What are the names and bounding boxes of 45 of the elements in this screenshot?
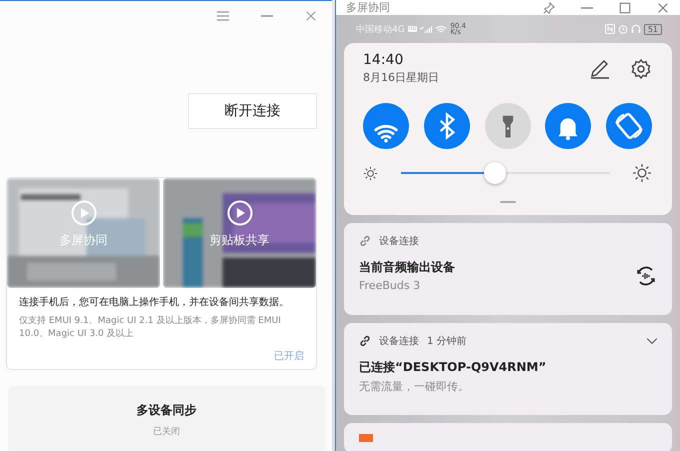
pencil-icon[interactable]	[589, 58, 611, 80]
rotate-icon[interactable]	[606, 103, 652, 149]
notification-title: 当前音频输出设备	[359, 259, 455, 276]
link-icon	[359, 235, 371, 247]
menu-icon[interactable]	[216, 10, 230, 22]
bell-icon[interactable]	[545, 103, 592, 149]
brightness-high-icon	[632, 163, 652, 183]
bluetooth-icon[interactable]	[424, 103, 470, 149]
date-text: 8月16日星期日	[363, 70, 439, 85]
status-text: 已关闭	[153, 426, 180, 438]
flashlight-icon[interactable]	[484, 103, 530, 149]
wifi-icon	[435, 24, 448, 34]
signal-icon	[420, 24, 432, 34]
time-text: 1 分钟前	[427, 334, 467, 348]
close-icon[interactable]	[304, 10, 318, 22]
description-text: 连接手机后，您可在电脑上操作手机，并在设备间共享数据。	[19, 296, 290, 309]
app-name: 设备连接	[379, 334, 419, 348]
notification-title: 已连接“DESKTOP-Q9V4RNM”	[359, 359, 546, 376]
window-title: 多屏协同	[346, 0, 390, 15]
clock-time: 14:40	[363, 52, 404, 68]
brightness-low-icon	[363, 166, 378, 180]
notification-card[interactable]: 设备连接 当前音频输出设备 FreeBuds 3	[344, 223, 672, 315]
notification-text: FreeBuds 3	[359, 279, 422, 292]
nfc-icon	[604, 24, 615, 34]
disconnect-button[interactable]: 断开连接	[188, 93, 317, 129]
maximize-icon[interactable]	[618, 2, 632, 14]
alarm-icon	[618, 24, 628, 34]
notification-text: 无需流量，一碰即传。	[359, 379, 470, 394]
app-name: 设备连接	[379, 234, 419, 248]
card-title: 多设备同步	[136, 402, 196, 419]
link-icon	[359, 335, 371, 347]
battery-indicator: 51	[644, 24, 662, 34]
wifi-icon[interactable]	[363, 103, 409, 149]
settings-icon[interactable]	[630, 58, 652, 80]
pin-icon[interactable]	[542, 2, 556, 14]
status-text: 已开启	[274, 350, 304, 363]
app-icon	[359, 434, 373, 442]
notification-card[interactable]: 设备连接 1 分钟前 已连接“DESKTOP-Q9V4RNM” 无需流量，一碰即传。	[344, 323, 672, 415]
headphones-icon	[630, 24, 641, 34]
play-icon[interactable]	[226, 200, 252, 226]
note-text: 仅支持 EMUI 9.1、Magic UI 2.1 及以上版本，多屏协同需 EMUI 10.0、Magic UI 3.0 及以上	[19, 315, 282, 341]
tile-label: 剪贴板共享	[210, 232, 270, 249]
close-icon[interactable]	[656, 2, 670, 14]
chevron-down-icon[interactable]	[646, 337, 658, 345]
drag-handle[interactable]	[500, 201, 516, 203]
